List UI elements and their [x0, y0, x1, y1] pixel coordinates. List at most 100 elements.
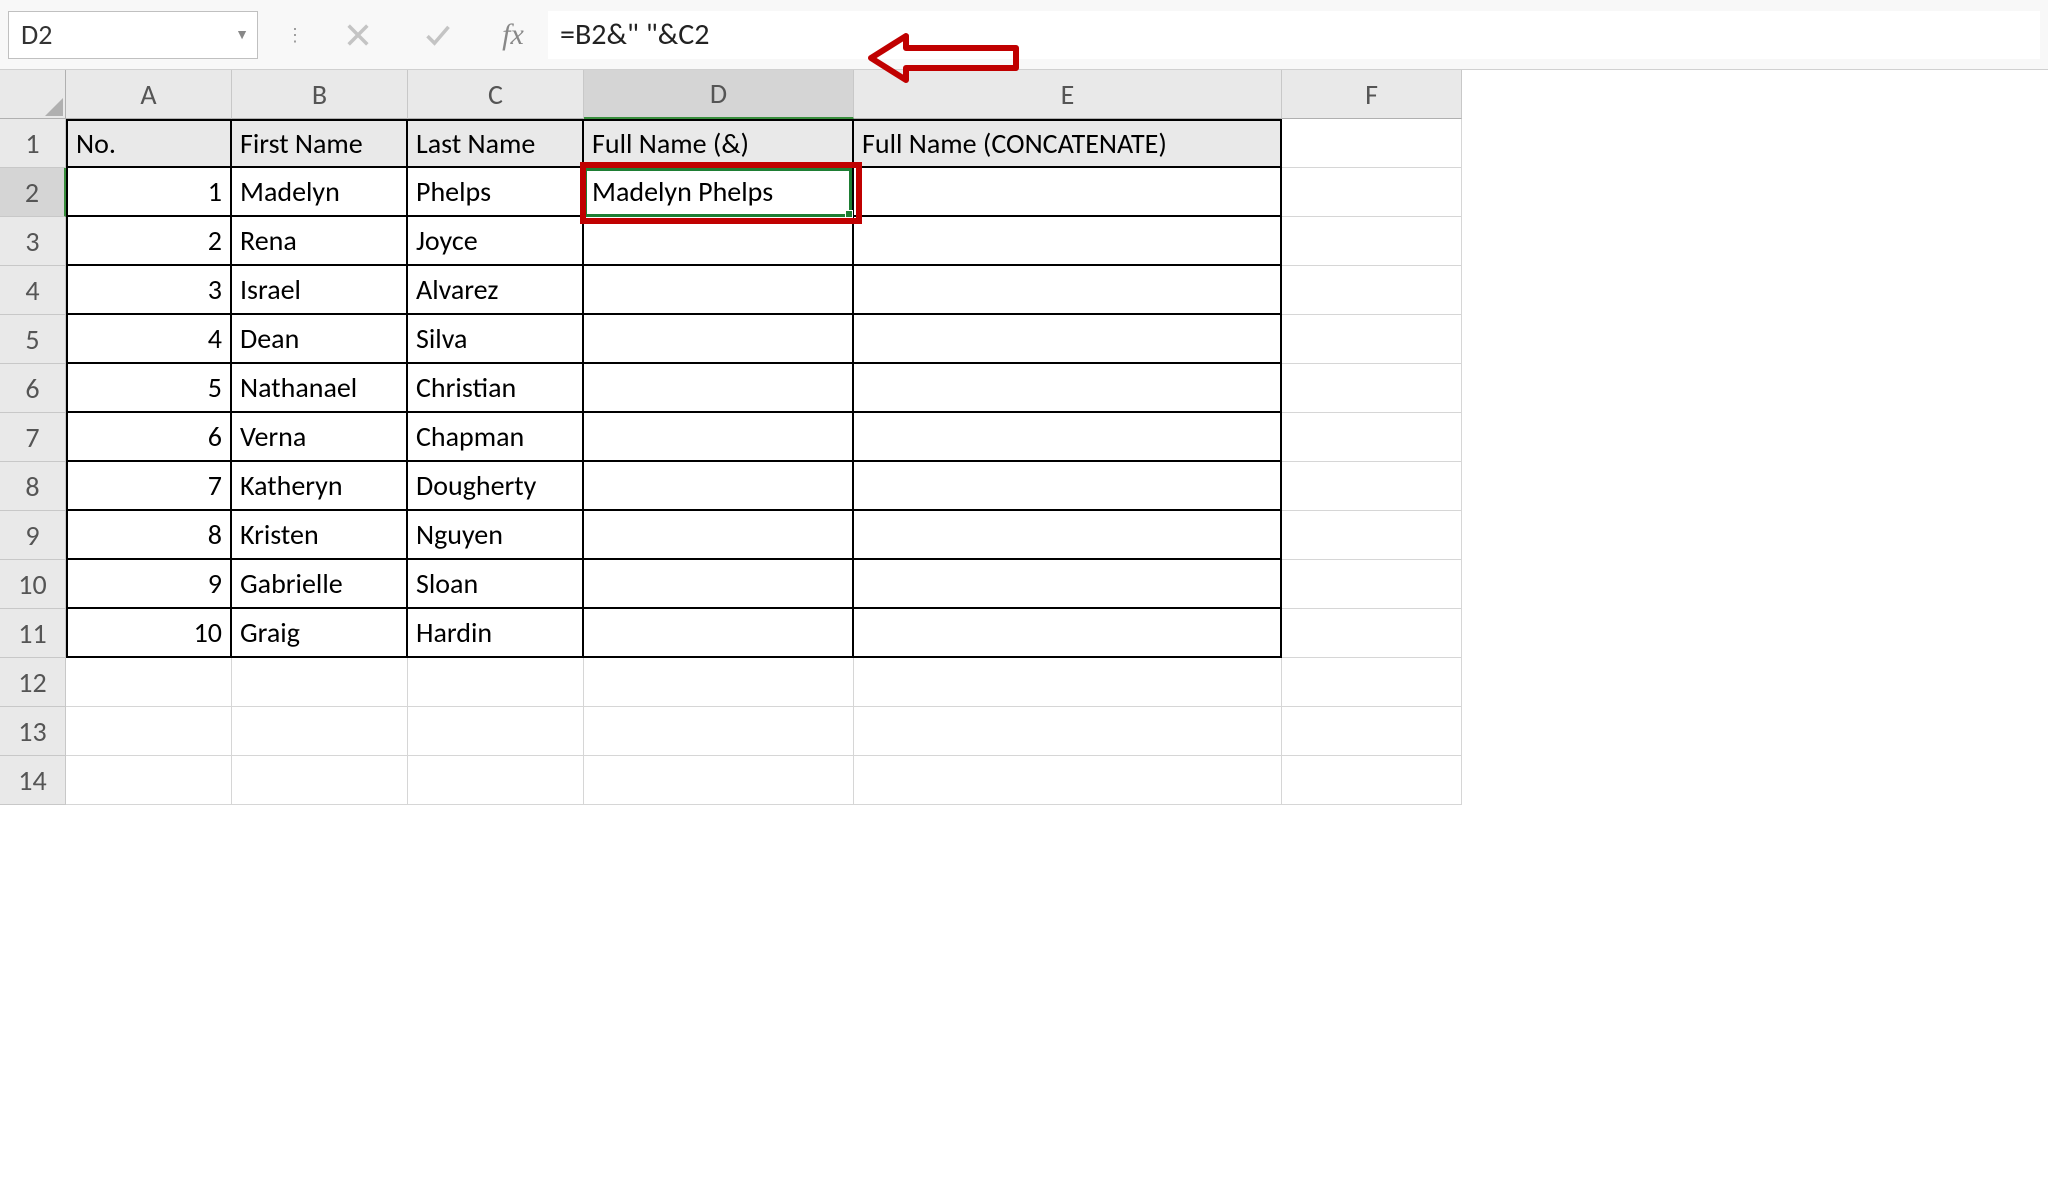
cell-D12[interactable]	[584, 658, 854, 707]
cell-A3[interactable]: 2	[66, 217, 232, 266]
row-header-8[interactable]: 8	[0, 462, 66, 511]
cell-A4[interactable]: 3	[66, 266, 232, 315]
cell-C5[interactable]: Silva	[408, 315, 584, 364]
cell-F12[interactable]	[1282, 658, 1462, 707]
cell-B14[interactable]	[232, 756, 408, 805]
cell-B1[interactable]: First Name	[232, 119, 408, 168]
cell-B8[interactable]: Katheryn	[232, 462, 408, 511]
row-header-6[interactable]: 6	[0, 364, 66, 413]
spreadsheet-grid[interactable]: A B C D E F 1 No. First Name Last Name F…	[0, 70, 2048, 805]
cell-A14[interactable]	[66, 756, 232, 805]
col-header-A[interactable]: A	[66, 70, 232, 119]
cell-C2[interactable]: Phelps	[408, 168, 584, 217]
cell-C9[interactable]: Nguyen	[408, 511, 584, 560]
col-header-D[interactable]: D	[584, 70, 854, 119]
row-header-4[interactable]: 4	[0, 266, 66, 315]
row-header-1[interactable]: 1	[0, 119, 66, 168]
cell-C11[interactable]: Hardin	[408, 609, 584, 658]
cell-C4[interactable]: Alvarez	[408, 266, 584, 315]
cell-F5[interactable]	[1282, 315, 1462, 364]
cell-C8[interactable]: Dougherty	[408, 462, 584, 511]
cell-A10[interactable]: 9	[66, 560, 232, 609]
cell-D7[interactable]	[584, 413, 854, 462]
cell-A12[interactable]	[66, 658, 232, 707]
cell-F6[interactable]	[1282, 364, 1462, 413]
cell-E6[interactable]	[854, 364, 1282, 413]
col-header-F[interactable]: F	[1282, 70, 1462, 119]
fx-label[interactable]: fx	[478, 18, 548, 52]
cell-D5[interactable]	[584, 315, 854, 364]
cell-D10[interactable]	[584, 560, 854, 609]
cell-F13[interactable]	[1282, 707, 1462, 756]
cell-E12[interactable]	[854, 658, 1282, 707]
cell-B11[interactable]: Graig	[232, 609, 408, 658]
cell-C7[interactable]: Chapman	[408, 413, 584, 462]
cell-F1[interactable]	[1282, 119, 1462, 168]
cell-F3[interactable]	[1282, 217, 1462, 266]
cell-D6[interactable]	[584, 364, 854, 413]
row-header-3[interactable]: 3	[0, 217, 66, 266]
cell-B5[interactable]: Dean	[232, 315, 408, 364]
row-header-7[interactable]: 7	[0, 413, 66, 462]
cell-C14[interactable]	[408, 756, 584, 805]
cell-F4[interactable]	[1282, 266, 1462, 315]
cell-F9[interactable]	[1282, 511, 1462, 560]
cell-D13[interactable]	[584, 707, 854, 756]
cell-A13[interactable]	[66, 707, 232, 756]
cell-B6[interactable]: Nathanael	[232, 364, 408, 413]
cell-C10[interactable]: Sloan	[408, 560, 584, 609]
cell-E11[interactable]	[854, 609, 1282, 658]
cell-C13[interactable]	[408, 707, 584, 756]
cell-B7[interactable]: Verna	[232, 413, 408, 462]
row-header-10[interactable]: 10	[0, 560, 66, 609]
cell-E13[interactable]	[854, 707, 1282, 756]
cell-B9[interactable]: Kristen	[232, 511, 408, 560]
cell-E9[interactable]	[854, 511, 1282, 560]
cell-E3[interactable]	[854, 217, 1282, 266]
cell-A6[interactable]: 5	[66, 364, 232, 413]
cell-D11[interactable]	[584, 609, 854, 658]
cell-D2[interactable]: Madelyn Phelps	[584, 168, 854, 217]
row-header-5[interactable]: 5	[0, 315, 66, 364]
cell-B3[interactable]: Rena	[232, 217, 408, 266]
cell-E14[interactable]	[854, 756, 1282, 805]
cell-F2[interactable]	[1282, 168, 1462, 217]
name-box[interactable]: D2 ▼	[8, 11, 258, 59]
cell-C12[interactable]	[408, 658, 584, 707]
cell-F14[interactable]	[1282, 756, 1462, 805]
cell-D1[interactable]: Full Name (&)	[584, 119, 854, 168]
row-header-12[interactable]: 12	[0, 658, 66, 707]
cell-E1[interactable]: Full Name (CONCATENATE)	[854, 119, 1282, 168]
cell-D14[interactable]	[584, 756, 854, 805]
cell-B12[interactable]	[232, 658, 408, 707]
cell-A5[interactable]: 4	[66, 315, 232, 364]
cell-A7[interactable]: 6	[66, 413, 232, 462]
row-header-13[interactable]: 13	[0, 707, 66, 756]
row-header-2[interactable]: 2	[0, 168, 66, 217]
cell-B10[interactable]: Gabrielle	[232, 560, 408, 609]
cell-C6[interactable]: Christian	[408, 364, 584, 413]
cell-E2[interactable]	[854, 168, 1282, 217]
cell-F10[interactable]	[1282, 560, 1462, 609]
cell-A2[interactable]: 1	[66, 168, 232, 217]
select-all-corner[interactable]	[0, 70, 66, 119]
row-header-14[interactable]: 14	[0, 756, 66, 805]
cell-C1[interactable]: Last Name	[408, 119, 584, 168]
cell-E5[interactable]	[854, 315, 1282, 364]
cell-E4[interactable]	[854, 266, 1282, 315]
cell-C3[interactable]: Joyce	[408, 217, 584, 266]
cell-A11[interactable]: 10	[66, 609, 232, 658]
col-header-C[interactable]: C	[408, 70, 584, 119]
cell-D4[interactable]	[584, 266, 854, 315]
row-header-9[interactable]: 9	[0, 511, 66, 560]
cell-B4[interactable]: Israel	[232, 266, 408, 315]
cell-A1[interactable]: No.	[66, 119, 232, 168]
cell-B13[interactable]	[232, 707, 408, 756]
cell-B2[interactable]: Madelyn	[232, 168, 408, 217]
cell-D8[interactable]	[584, 462, 854, 511]
cell-D3[interactable]	[584, 217, 854, 266]
cell-A9[interactable]: 8	[66, 511, 232, 560]
cell-F8[interactable]	[1282, 462, 1462, 511]
cell-E7[interactable]	[854, 413, 1282, 462]
name-box-dropdown-icon[interactable]: ▼	[235, 26, 249, 43]
